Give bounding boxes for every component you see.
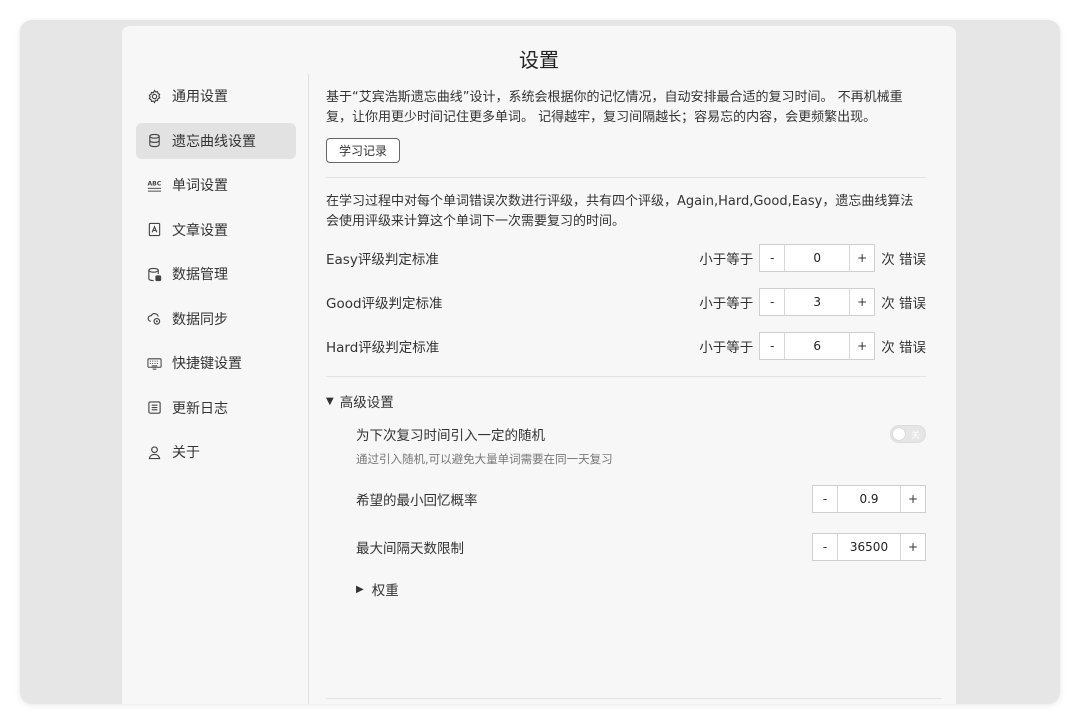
weights-label: 权重 xyxy=(371,583,399,599)
advanced-settings-toggle[interactable]: ▼ 高级设置 xyxy=(326,391,926,411)
grade-row-hard: Hard评级判定标准 小于等于 - 6 + 次 错误 xyxy=(326,324,926,368)
grade-prefix: 小于等于 xyxy=(699,296,754,312)
study-record-button[interactable]: 学习记录 xyxy=(326,138,401,163)
grade-suffix: 次 错误 xyxy=(881,296,926,312)
max-interval-input[interactable]: 36500 xyxy=(837,534,901,560)
keyboard-icon xyxy=(146,355,162,371)
bottom-divider xyxy=(326,698,942,699)
min-recall-stepper: - 0.9 + xyxy=(812,485,926,513)
sidebar-item-changelog[interactable]: 更新日志 xyxy=(136,390,296,426)
decrement-button[interactable]: - xyxy=(760,251,784,265)
triangle-down-icon: ▼ xyxy=(326,395,334,407)
random-label: 为下次复习时间引入一定的随机 xyxy=(356,428,545,444)
sidebar-item-label: 快捷键设置 xyxy=(172,356,242,372)
sidebar-item-article[interactable]: 文章设置 xyxy=(136,212,296,248)
sidebar-item-forgetting-curve[interactable]: 遗忘曲线设置 xyxy=(136,122,296,159)
cloud-sync-icon xyxy=(146,311,162,327)
advanced-settings-label: 高级设置 xyxy=(339,395,394,411)
settings-panel: 设置 通用设置 遗忘曲线设置 ABC 单词设置 文章设置 数据管理 数据同步 快… xyxy=(122,26,956,704)
app-window: 设置 通用设置 遗忘曲线设置 ABC 单词设置 文章设置 数据管理 数据同步 快… xyxy=(20,20,1060,704)
grade-suffix: 次 错误 xyxy=(881,252,926,268)
grade-row-good: Good评级判定标准 小于等于 - 3 + 次 错误 xyxy=(326,280,926,324)
database-icon xyxy=(146,133,162,149)
grade-label: Hard评级判定标准 xyxy=(326,340,440,356)
toggle-knob xyxy=(893,428,905,440)
sidebar: 通用设置 遗忘曲线设置 ABC 单词设置 文章设置 数据管理 数据同步 快捷键设… xyxy=(136,78,296,479)
decrement-button[interactable]: - xyxy=(760,339,784,353)
random-hint: 通过引入随机,可以避免大量单词需要在同一天复习 xyxy=(356,452,613,466)
grade-label: Easy评级判定标准 xyxy=(326,252,439,268)
article-icon xyxy=(146,222,162,238)
min-recall-row: 希望的最小回忆概率 - 0.9 + xyxy=(356,477,926,521)
toggle-text: 关 xyxy=(910,431,920,441)
increment-button[interactable]: + xyxy=(850,295,874,309)
abc-icon: ABC xyxy=(146,177,162,193)
sidebar-item-label: 数据管理 xyxy=(172,267,228,283)
sidebar-divider xyxy=(308,74,309,704)
sidebar-item-label: 遗忘曲线设置 xyxy=(172,133,256,150)
hard-stepper: - 6 + xyxy=(759,332,876,360)
page-title: 设置 xyxy=(519,48,559,72)
grade-label: Good评级判定标准 xyxy=(326,296,443,312)
section-divider xyxy=(326,177,926,178)
grade-prefix: 小于等于 xyxy=(699,252,754,268)
sidebar-item-label: 更新日志 xyxy=(172,400,228,417)
sidebar-item-shortcuts[interactable]: 快捷键设置 xyxy=(136,345,296,381)
advanced-settings: 为下次复习时间引入一定的随机 关 通过引入随机,可以避免大量单词需要在同一天复习… xyxy=(326,423,926,599)
decrement-button[interactable]: - xyxy=(760,295,784,309)
grade-row-easy: Easy评级判定标准 小于等于 - 0 + 次 错误 xyxy=(326,236,926,280)
easy-value-input[interactable]: 0 xyxy=(784,245,851,271)
sidebar-item-data-sync[interactable]: 数据同步 xyxy=(136,301,296,337)
sidebar-item-label: 通用设置 xyxy=(172,89,228,105)
max-interval-row: 最大间隔天数限制 - 36500 + xyxy=(356,525,926,569)
triangle-right-icon: ▶ xyxy=(356,583,364,595)
good-value-input[interactable]: 3 xyxy=(784,289,851,315)
sidebar-item-label: 文章设置 xyxy=(172,222,228,239)
increment-button[interactable]: + xyxy=(850,251,874,265)
data-manage-icon xyxy=(146,266,162,282)
hard-value-input[interactable]: 6 xyxy=(784,333,851,359)
sidebar-item-label: 数据同步 xyxy=(172,311,228,328)
main-content: 基于“艾宾浩斯遗忘曲线”设计，系统会根据你的记忆情况，自动安排最合适的复习时间。… xyxy=(326,88,926,599)
grade-suffix: 次 错误 xyxy=(881,340,926,356)
svg-text:ABC: ABC xyxy=(147,180,161,187)
easy-stepper: - 0 + xyxy=(759,244,876,272)
section-divider xyxy=(326,376,926,377)
increment-button[interactable]: + xyxy=(901,540,925,554)
good-stepper: - 3 + xyxy=(759,288,876,316)
min-recall-label: 希望的最小回忆概率 xyxy=(356,493,478,509)
curve-description: 基于“艾宾浩斯遗忘曲线”设计，系统会根据你的记忆情况，自动安排最合适的复习时间。… xyxy=(326,90,903,125)
random-toggle[interactable]: 关 xyxy=(890,425,926,443)
grading-description: 在学习过程中对每个单词错误次数进行评级，共有四个评级，Again,Hard,Go… xyxy=(326,194,914,229)
max-interval-label: 最大间隔天数限制 xyxy=(356,541,464,557)
sidebar-item-label: 关于 xyxy=(172,445,200,461)
sidebar-item-label: 单词设置 xyxy=(172,178,228,194)
min-recall-input[interactable]: 0.9 xyxy=(837,486,901,512)
random-row: 为下次复习时间引入一定的随机 关 xyxy=(356,423,926,445)
decrement-button[interactable]: - xyxy=(813,540,837,554)
gear-icon xyxy=(146,88,162,104)
decrement-button[interactable]: - xyxy=(813,492,837,506)
sidebar-item-about[interactable]: 关于 xyxy=(136,434,296,470)
weights-toggle[interactable]: ▶ 权重 xyxy=(356,579,926,599)
user-icon xyxy=(146,444,162,460)
increment-button[interactable]: + xyxy=(901,492,925,506)
sidebar-item-word[interactable]: ABC 单词设置 xyxy=(136,167,296,203)
max-interval-stepper: - 36500 + xyxy=(812,533,926,561)
sidebar-item-data-manage[interactable]: 数据管理 xyxy=(136,256,296,292)
grade-prefix: 小于等于 xyxy=(699,340,754,356)
sidebar-item-general[interactable]: 通用设置 xyxy=(136,78,296,114)
log-icon xyxy=(146,400,162,416)
increment-button[interactable]: + xyxy=(850,339,874,353)
